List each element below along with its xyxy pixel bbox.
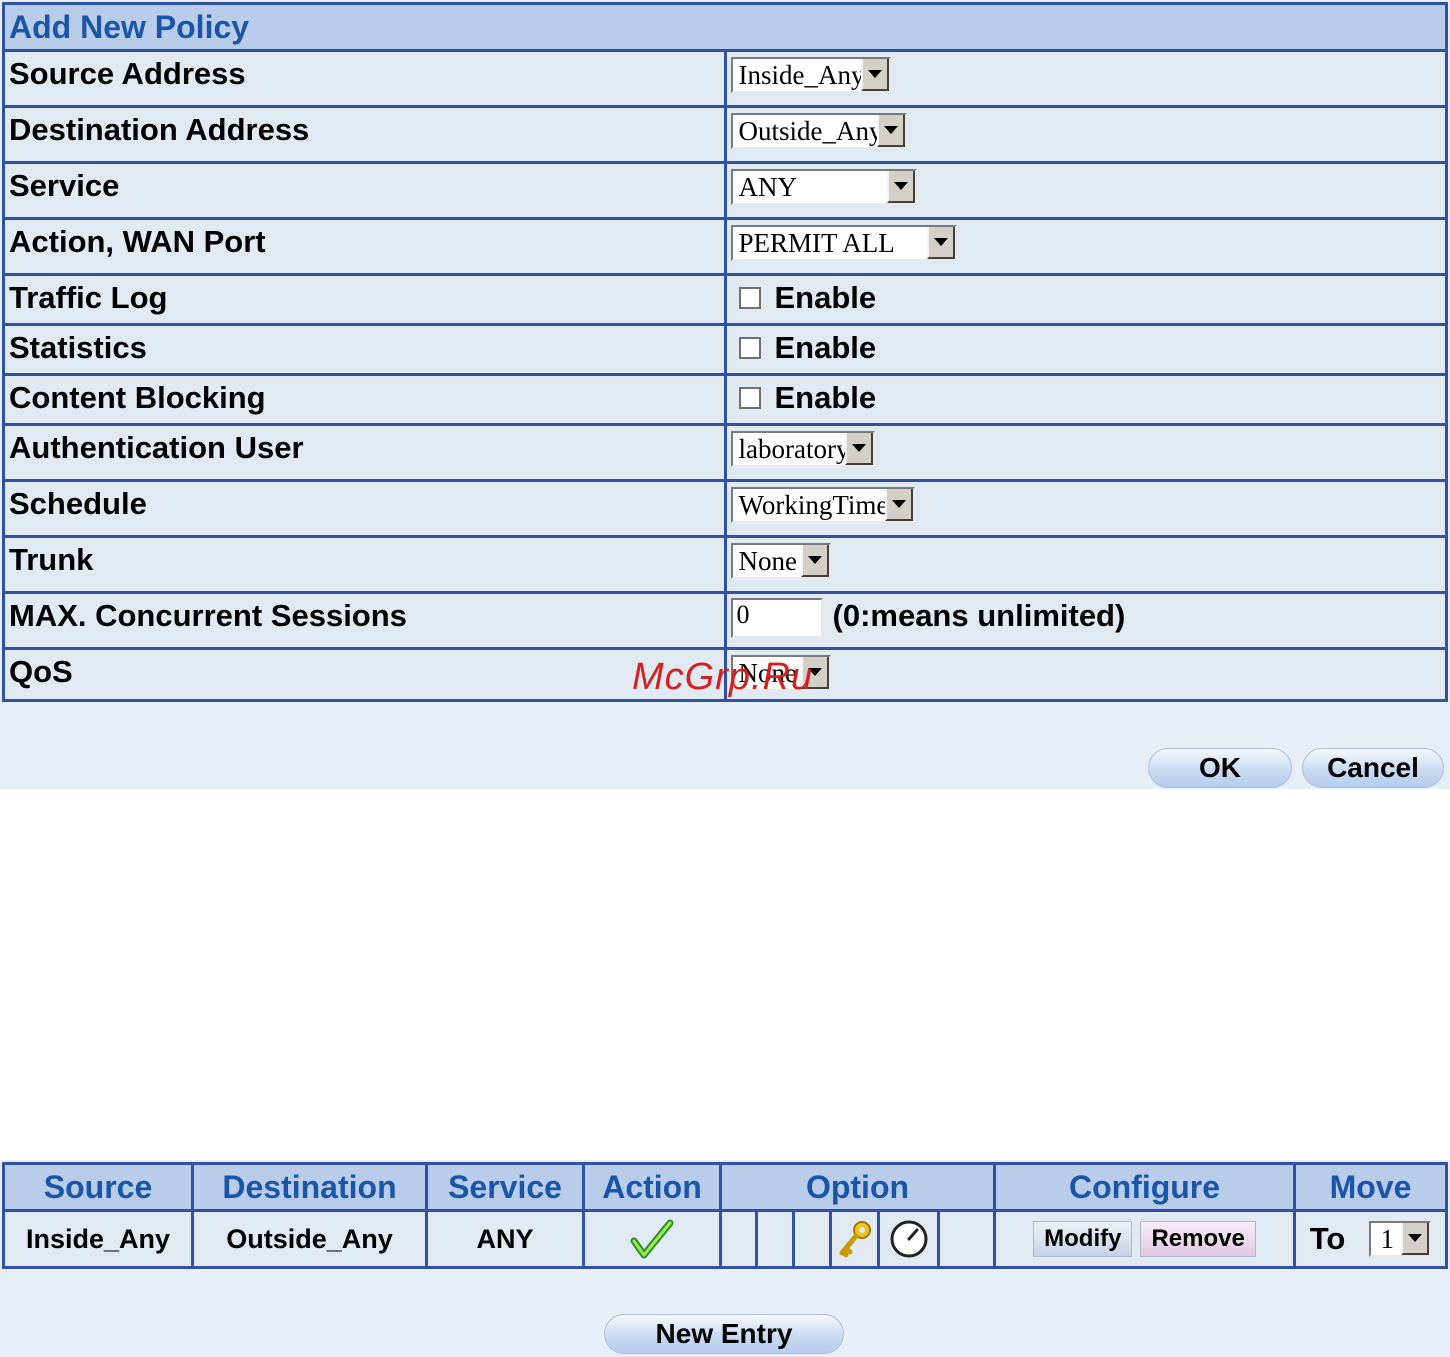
new-entry-button[interactable]: New Entry xyxy=(604,1314,844,1354)
row-move: To 1 xyxy=(1293,1209,1448,1269)
statistics-checkbox[interactable] xyxy=(738,337,761,359)
option-slot xyxy=(722,1212,758,1266)
chevron-down-icon[interactable] xyxy=(876,115,905,147)
max-sessions-input[interactable]: 0 xyxy=(730,598,823,638)
chevron-down-icon[interactable] xyxy=(844,433,873,465)
trunk-label: Trunk xyxy=(2,535,727,594)
source-address-label: Source Address xyxy=(2,49,727,108)
chevron-down-icon[interactable] xyxy=(886,171,915,203)
authentication-user-select[interactable]: laboratory xyxy=(730,431,875,467)
form-title: Add New Policy xyxy=(2,2,1448,52)
qos-cell: None xyxy=(723,647,1448,702)
cancel-button[interactable]: Cancel xyxy=(1302,748,1444,788)
source-address-select[interactable]: Inside_Any xyxy=(730,57,891,93)
max-sessions-label: MAX. Concurrent Sessions xyxy=(2,591,727,650)
row-source: Inside_Any xyxy=(2,1209,194,1269)
header-configure: Configure xyxy=(993,1162,1296,1212)
traffic-log-cell: Enable xyxy=(723,273,1448,326)
option-slot xyxy=(758,1212,795,1266)
statistics-enable-label: Enable xyxy=(774,330,877,365)
schedule-cell: WorkingTime xyxy=(723,479,1448,538)
action-wan-port-select[interactable]: PERMIT ALL xyxy=(730,225,957,261)
header-source: Source xyxy=(2,1162,194,1212)
action-wan-port-label: Action, WAN Port xyxy=(2,217,727,276)
schedule-select[interactable]: WorkingTime xyxy=(730,487,915,523)
authentication-user-cell: laboratory xyxy=(723,423,1448,482)
service-select[interactable]: ANY xyxy=(730,169,917,205)
row-destination: Outside_Any xyxy=(191,1209,428,1269)
option-slot xyxy=(940,1212,993,1266)
action-wan-port-cell: PERMIT ALL xyxy=(723,217,1448,276)
clock-icon xyxy=(890,1220,927,1258)
header-destination: Destination xyxy=(191,1162,428,1212)
service-label: Service xyxy=(2,161,727,220)
content-blocking-enable-label: Enable xyxy=(774,380,877,415)
key-icon xyxy=(839,1221,871,1258)
trunk-cell: None xyxy=(723,535,1448,594)
traffic-log-label: Traffic Log xyxy=(2,273,727,326)
option-slot xyxy=(832,1212,880,1266)
chevron-down-icon[interactable] xyxy=(1401,1223,1430,1255)
ok-button[interactable]: OK xyxy=(1148,748,1292,788)
header-option: Option xyxy=(719,1162,996,1212)
traffic-log-checkbox[interactable] xyxy=(738,287,761,309)
table-row: Inside_Any Outside_Any ANY Modify Remove… xyxy=(2,1209,1448,1269)
option-slot xyxy=(795,1212,832,1266)
row-options xyxy=(719,1209,996,1269)
traffic-log-enable-label: Enable xyxy=(774,280,877,315)
qos-label: QoS xyxy=(2,647,727,702)
policy-list-table: Source Destination Service Action Option… xyxy=(2,1162,1448,1269)
header-move: Move xyxy=(1293,1162,1448,1212)
content-blocking-checkbox[interactable] xyxy=(738,387,761,409)
header-action: Action xyxy=(582,1162,722,1212)
chevron-down-icon[interactable] xyxy=(860,59,889,91)
max-sessions-cell: 0 (0:means unlimited) xyxy=(723,591,1448,650)
service-cell: ANY xyxy=(723,161,1448,220)
watermark: McGrp.Ru xyxy=(632,656,814,698)
header-service: Service xyxy=(425,1162,585,1212)
schedule-label: Schedule xyxy=(2,479,727,538)
move-position-select[interactable]: 1 xyxy=(1369,1221,1432,1257)
row-service: ANY xyxy=(425,1209,585,1269)
source-address-cell: Inside_Any xyxy=(723,49,1448,108)
statistics-cell: Enable xyxy=(723,323,1448,376)
checkmark-icon xyxy=(630,1219,674,1259)
row-action xyxy=(582,1209,722,1269)
row-configure: Modify Remove xyxy=(993,1209,1296,1269)
destination-address-cell: Outside_Any xyxy=(723,105,1448,164)
chevron-down-icon[interactable] xyxy=(926,227,955,259)
statistics-label: Statistics xyxy=(2,323,727,376)
add-policy-form: Add New Policy Source Address Inside_Any… xyxy=(2,2,1448,702)
authentication-user-label: Authentication User xyxy=(2,423,727,482)
move-to-label: To xyxy=(1309,1221,1346,1256)
trunk-select[interactable]: None xyxy=(730,543,831,579)
modify-button[interactable]: Modify xyxy=(1033,1221,1133,1257)
content-blocking-label: Content Blocking xyxy=(2,373,727,426)
destination-address-select[interactable]: Outside_Any xyxy=(730,113,907,149)
destination-address-label: Destination Address xyxy=(2,105,727,164)
content-blocking-cell: Enable xyxy=(723,373,1448,426)
remove-button[interactable]: Remove xyxy=(1140,1221,1256,1257)
max-sessions-hint: (0:means unlimited) xyxy=(832,598,1126,633)
option-slot xyxy=(880,1212,940,1266)
chevron-down-icon[interactable] xyxy=(800,545,829,577)
chevron-down-icon[interactable] xyxy=(884,489,913,521)
